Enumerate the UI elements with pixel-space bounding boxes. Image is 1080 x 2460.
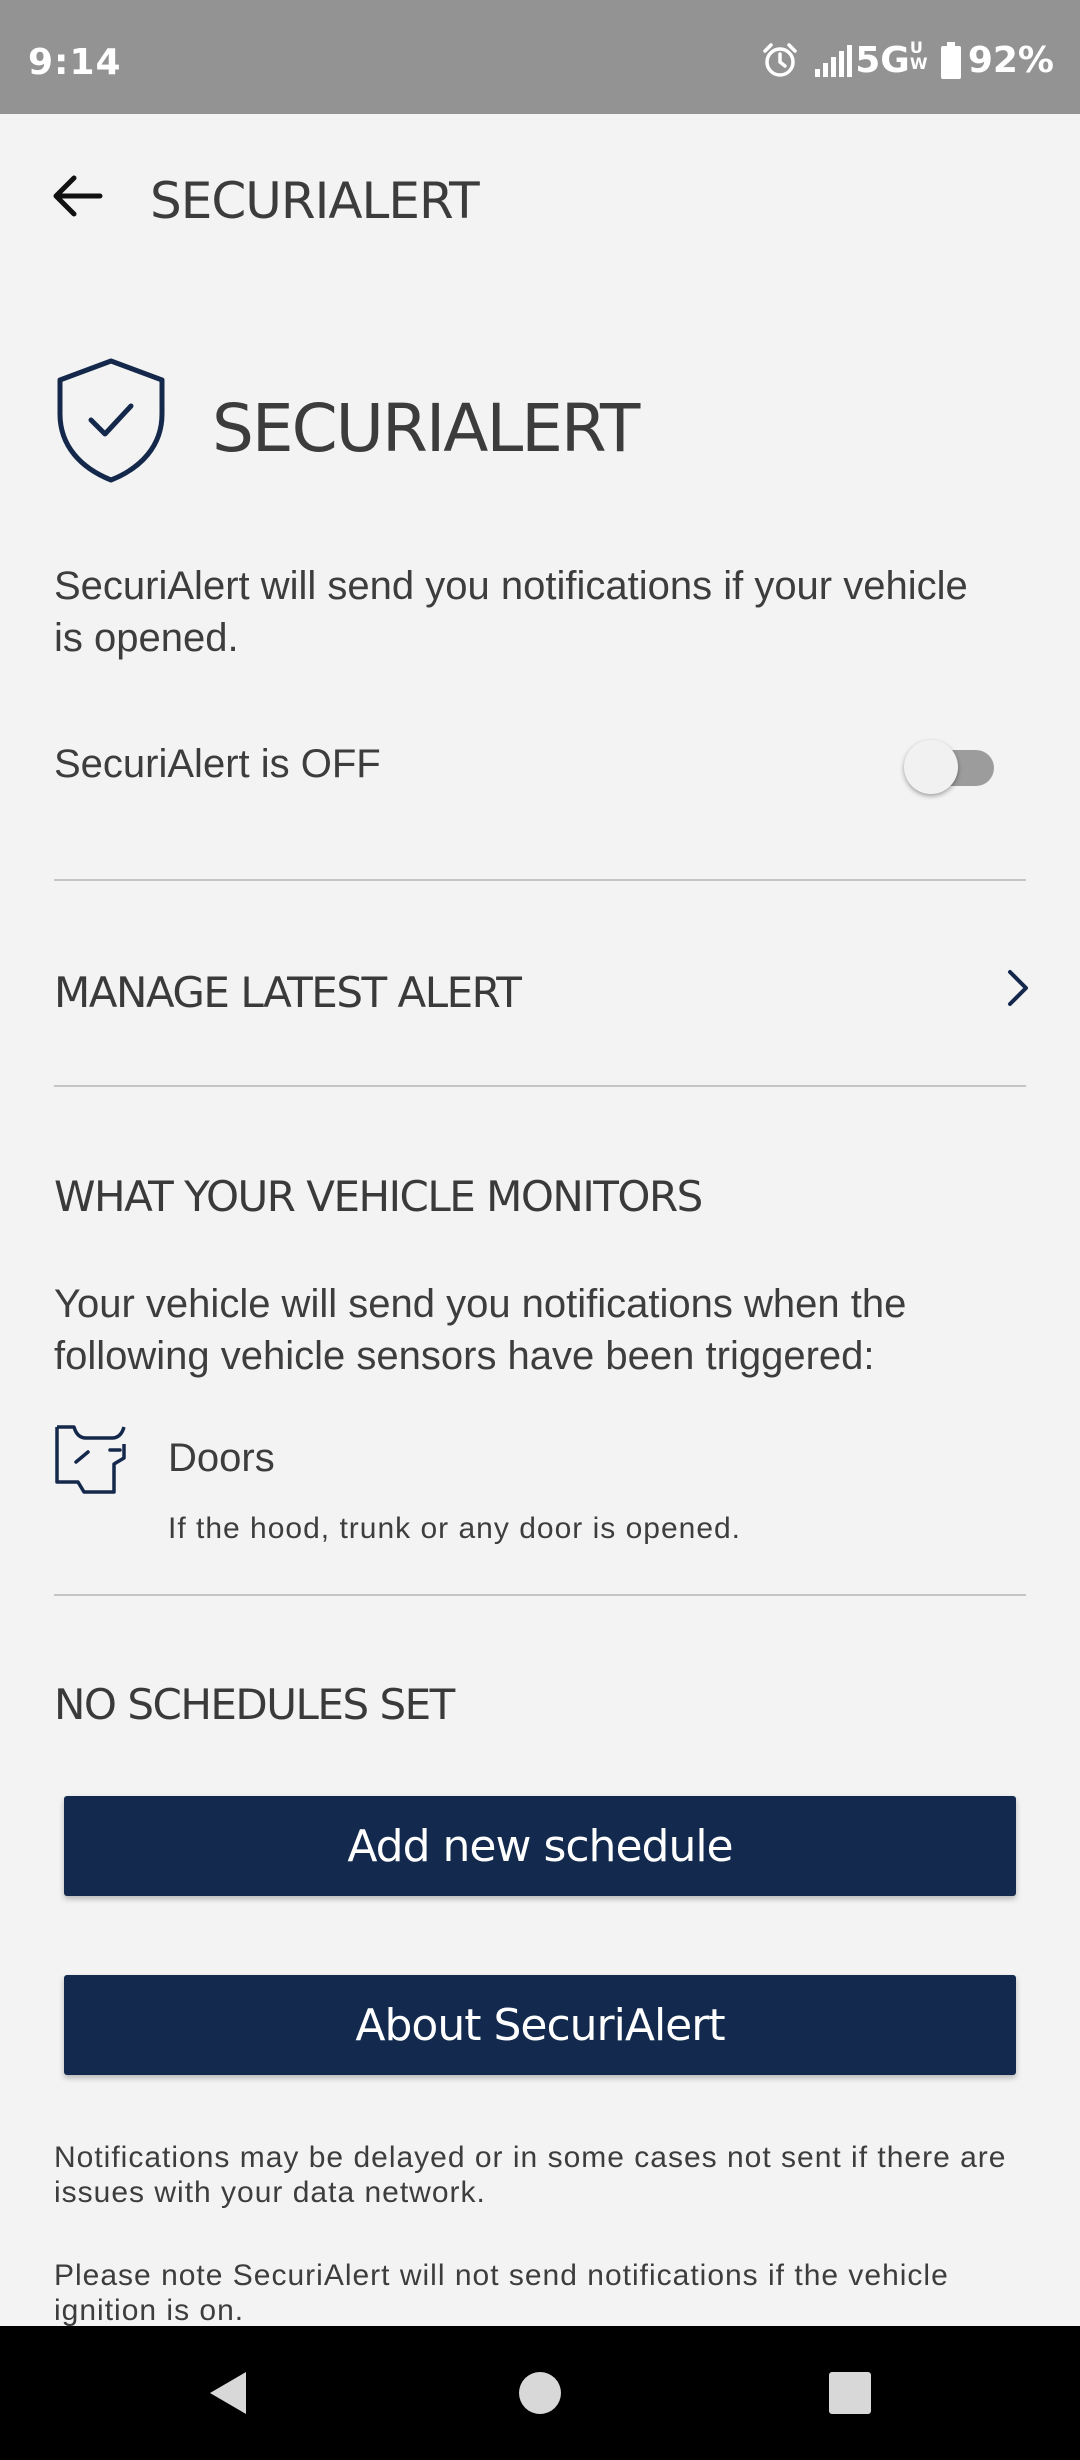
add-new-schedule-button[interactable]: Add new schedule [64, 1796, 1016, 1896]
securialert-toggle[interactable] [904, 740, 996, 794]
app-bar-title: SECURIALERT [150, 172, 480, 230]
nav-home-icon[interactable] [515, 2368, 565, 2418]
status-bar: 9:14 5GUW 92% [0, 0, 1080, 114]
nav-back-icon[interactable] [204, 2368, 254, 2418]
divider [54, 879, 1026, 881]
monitors-heading: WHAT YOUR VEHICLE MONITORS [54, 1172, 703, 1221]
hero-description: SecuriAlert will send you notifications … [54, 564, 968, 660]
monitor-item-description: If the hood, trunk or any door is opened… [168, 1512, 742, 1545]
status-time: 9:14 [28, 42, 122, 83]
car-door-icon [55, 1425, 126, 1494]
divider [54, 1085, 1026, 1087]
battery-icon [940, 41, 961, 79]
alarm-icon [763, 42, 797, 77]
signal-icon [815, 44, 853, 77]
monitor-item-label: Doors [168, 1436, 275, 1480]
toggle-thumb [904, 740, 958, 794]
shield-check-icon [57, 358, 165, 483]
app-bar: SECURIALERT [0, 114, 1080, 284]
network-delay-note: Notifications may be delayed or in some … [54, 2141, 1007, 2209]
status-icons: 5GUW 92% [747, 40, 1054, 81]
monitors-description: Your vehicle will send you notifications… [54, 1282, 907, 1378]
chevron-right-icon [1008, 970, 1028, 1006]
back-arrow-icon[interactable] [50, 169, 104, 223]
battery-percent: 92% [967, 40, 1054, 81]
ignition-note: Please note SecuriAlert will not send no… [54, 2259, 949, 2327]
network-sup: UW [909, 38, 928, 73]
manage-latest-alert-label: MANAGE LATEST ALERT [54, 968, 522, 1017]
system-nav-bar [0, 2326, 1080, 2460]
manage-latest-alert-row[interactable]: MANAGE LATEST ALERT [0, 882, 1080, 1082]
network-type: 5G [855, 40, 910, 81]
about-securialert-button[interactable]: About SecuriAlert [64, 1975, 1016, 2075]
schedules-heading: NO SCHEDULES SET [54, 1680, 455, 1729]
nav-recents-icon[interactable] [825, 2368, 875, 2418]
hero-title: SECURIALERT [212, 390, 640, 467]
network-indicator: 5GUW [855, 38, 928, 82]
toggle-label: SecuriAlert is OFF [54, 742, 381, 786]
divider [54, 1594, 1026, 1596]
